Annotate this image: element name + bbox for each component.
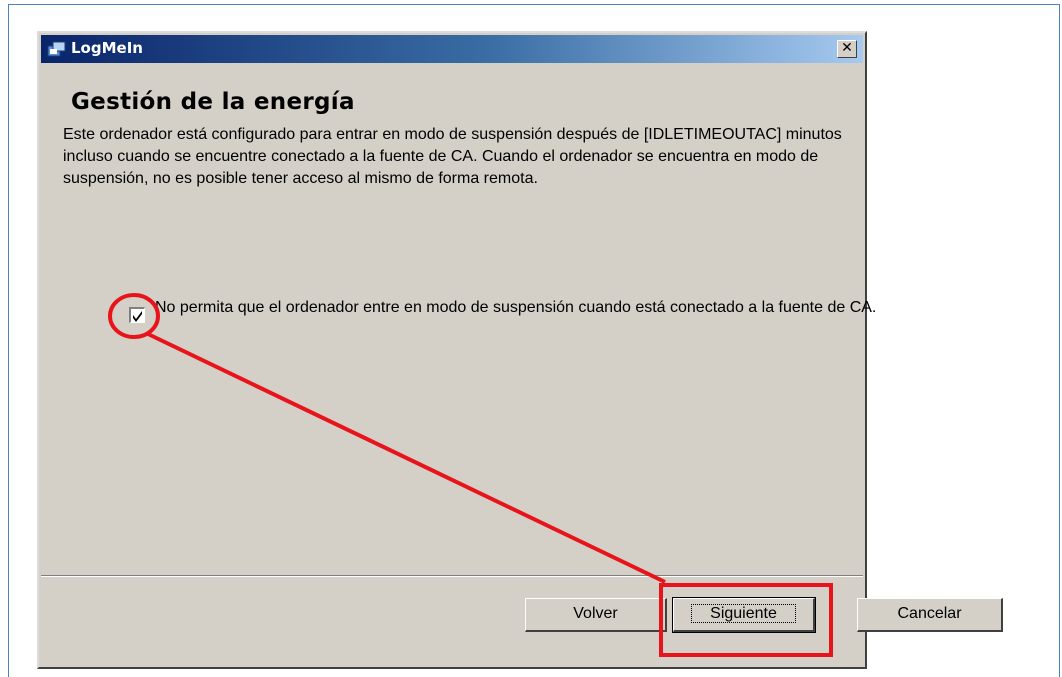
annotation-highlight-box [659, 583, 833, 657]
annotation-overlay [108, 293, 833, 657]
annotation-circle [108, 293, 160, 339]
annotation-arrow-line [147, 332, 666, 584]
